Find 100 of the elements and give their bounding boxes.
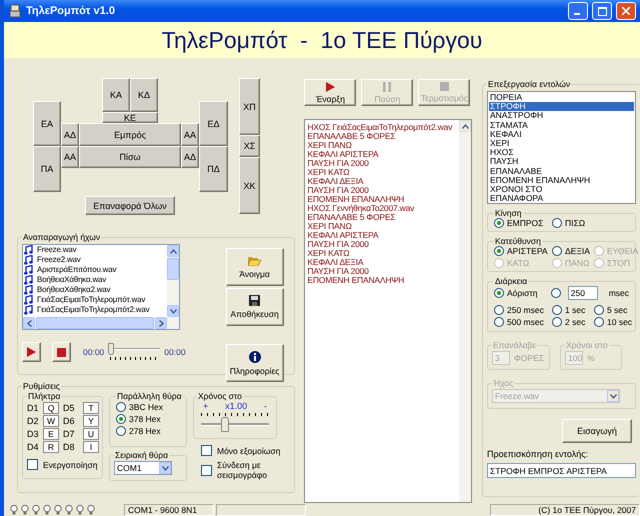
sound-file-item[interactable]: ΒοήθειαΧάθηκα.wav [24,275,167,285]
port-dropdown[interactable]: COM1 [114,461,172,475]
file-button[interactable]: Πληροφορίες [226,344,284,382]
radio-button[interactable] [494,288,504,298]
command-item[interactable]: ΗΧΟΣ [489,148,634,158]
command-item[interactable]: ΣΤΑΜΑΤΑ [489,120,634,130]
key-field[interactable]: I [83,441,99,453]
group-title: Διάρκεια [494,276,528,286]
command-item[interactable]: ΑΝΑΣΤΡΟΦΗ [489,111,634,121]
key-field[interactable]: U [83,428,99,440]
radio-button[interactable] [116,402,126,412]
file-button[interactable]: Αποθήκευση [226,288,284,326]
option-label: ΕΥΘΕΙΑ [607,246,638,256]
control-button[interactable]: Εμπρός [79,123,181,146]
unit-label: msec [608,288,629,298]
control-button[interactable]: ΕΑ [33,101,61,146]
option-label: 3BC Hex [129,402,164,412]
program-line: ΚΕΦΑΛΙ ΑΡΙΣΤΕΡΑ [307,150,380,159]
file-button[interactable]: Άνοιγμα [226,248,284,286]
radio-button[interactable] [594,317,604,327]
sound-file-item[interactable]: Freeze.wav [24,245,167,255]
checkbox[interactable] [201,464,212,476]
radio-button[interactable] [552,246,562,256]
command-item[interactable]: ΕΠΑΝΑΦΟΡΑ [489,194,634,204]
program-line: ΕΠΟΜΕΝΗ ΕΠΑΝΑΛΗΨΗ [307,276,406,285]
control-button[interactable]: ΑΑ [61,146,79,168]
group-title: Σειριακή θύρα [114,450,170,460]
light-bulb-icon [87,504,95,514]
command-item[interactable]: ΠΑΥΣΗ [489,157,634,166]
command-item[interactable]: ΣΤΡΟΦΗ [489,102,634,112]
key-field[interactable]: Q [43,402,59,414]
radio-button[interactable] [494,218,504,228]
command-item[interactable]: ΧΕΡΙ [489,138,634,148]
control-button[interactable]: ΚΕ [102,112,158,123]
radio-button[interactable] [594,305,604,315]
program-line: ΚΕΦΑΛΙ ΔΕΞΙΑ [307,258,364,267]
radio-button[interactable] [552,305,562,315]
radio-button[interactable] [550,288,561,298]
radio-button[interactable] [552,317,562,327]
key-field[interactable]: W [43,415,59,427]
group-title: Κίνηση [494,208,523,218]
radio-button[interactable] [494,246,504,256]
control-button[interactable]: ΠΑ [33,146,61,192]
option-label: 500 msec [507,317,544,327]
music-note-icon [24,285,33,295]
port-status: COM1 - 9600 8N1 [124,504,214,516]
control-button[interactable]: ΚΑ [102,78,130,112]
control-button[interactable]: ΑΔ [181,146,199,168]
play-button[interactable] [22,342,41,362]
program-line: ΚΕΦΑΛΙ ΔΕΞΙΑ [307,177,364,186]
sound-file-item[interactable]: ΒοήθειαΧάθηκα2.wav [24,285,167,295]
total-time: 00:00 [164,347,186,357]
position-slider[interactable] [108,343,160,361]
insert-button[interactable]: Εισαγωγή [562,419,632,443]
close-icon [622,7,630,15]
key-field[interactable]: T [83,402,99,414]
command-item[interactable]: ΕΠΑΝΑΛΑΒΕ [489,166,634,176]
program-line: ΧΕΡΙ ΠΑΝΩ [307,141,353,150]
command-item[interactable]: ΕΠΟΜΕΝΗ ΕΠΑΝΑΛΗΨΗ [489,176,634,185]
checkbox[interactable] [201,445,212,456]
radio-button[interactable] [494,305,504,315]
arm-button[interactable]: ΧΣ [239,135,260,157]
close-button[interactable] [616,2,636,20]
option-label: ΔΕΞΙΑ [565,246,590,256]
duration-field[interactable]: 250 [568,286,598,300]
maximize-button[interactable] [592,2,612,20]
arm-button[interactable]: ΧΚ [239,157,260,214]
minimize-button[interactable] [568,2,588,20]
horizontal-scrollbar[interactable] [23,317,179,329]
sound-file-item[interactable]: ΓειάΣαςΕιμαιΤοΤηλερομπότ2.wav [24,305,167,315]
control-button[interactable]: ΠΔ [199,146,228,192]
vertical-scrollbar[interactable] [167,245,179,317]
key-field[interactable]: E [43,428,59,440]
arm-button[interactable]: ΧΠ [239,78,260,135]
control-button[interactable]: ΕΔ [199,101,228,146]
reset-button[interactable]: Επαναφορά Όλων [85,196,175,215]
preview-field[interactable]: ΣΤΡΟΦΗ ΕΜΠΡΟΣ ΑΡΙΣΤΕΡΑ [487,463,636,478]
radio-button[interactable] [494,317,504,327]
checkbox[interactable] [27,459,38,470]
sound-file-item[interactable]: ΑριστεράΕπιτόπου.wav [24,265,167,275]
sound-file-item[interactable]: ΓειάΣαςΕιμαιΤοΤηλερομπότ.wav [24,295,167,305]
command-item[interactable]: ΧΡΟΝΟΙ ΣΤΟ [489,184,634,194]
sound-file-item[interactable]: Freeze2.wav [24,255,167,265]
program-line: ΗΧΟΣ ΓειάΣαςΕιμαιΤοΤηλερομπότ2.wav [307,123,454,132]
key-field[interactable]: Y [83,415,99,427]
command-item[interactable]: ΚΕΦΑΛΙ [489,130,634,139]
radio-button[interactable] [552,218,562,228]
music-note-icon [24,255,33,265]
radio-button[interactable] [116,414,126,424]
control-button[interactable]: ΑΔ [61,123,79,146]
stop-button[interactable] [52,342,71,362]
control-button[interactable]: Πίσω [79,146,181,168]
command-item[interactable]: ΠΟΡΕΙΑ [489,93,634,102]
program-editor[interactable] [304,119,472,503]
key-field[interactable]: R [43,441,59,453]
program-button[interactable]: Έναρξη [304,79,356,106]
control-button[interactable]: ΑΑ [181,123,199,146]
radio-button[interactable] [116,426,126,436]
program-line: ΠΑΥΣΗ ΓΙΑ 2000 [307,159,370,168]
control-button[interactable]: ΚΔ [130,78,158,112]
